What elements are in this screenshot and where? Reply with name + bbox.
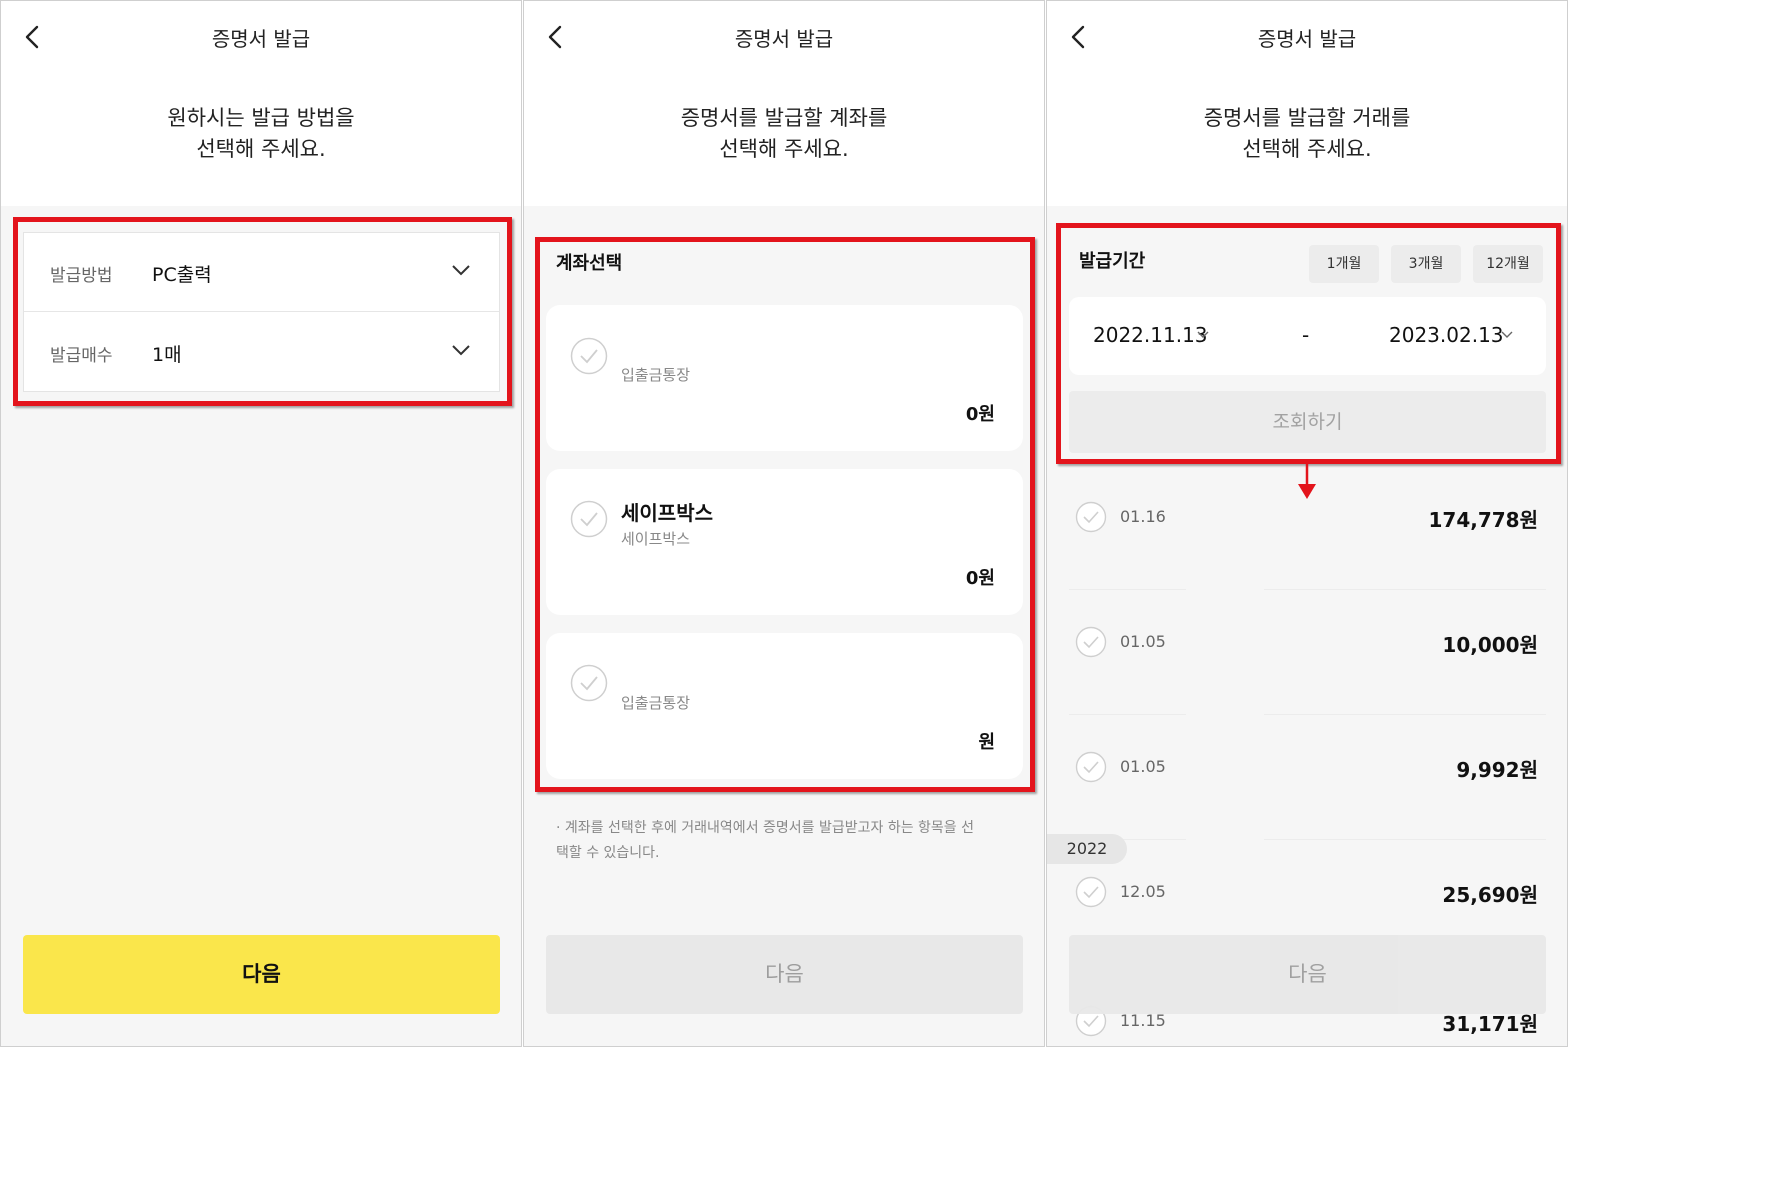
page-title: 증명서 발급 [211,27,311,51]
check-circle-icon[interactable] [1075,626,1107,658]
next-button[interactable]: 다음 [546,935,1023,1014]
check-circle-icon[interactable] [1075,751,1107,783]
page-title: 증명서 발급 [734,27,834,51]
transaction-row[interactable]: 01.16 174,778원 [1069,501,1546,581]
divider [1069,589,1186,590]
highlight-box [13,217,512,406]
transaction-amount: 25,690원 [1442,883,1538,907]
highlight-box [1056,223,1561,464]
check-circle-icon[interactable] [1075,876,1107,908]
instruction-line: 증명서를 발급할 계좌를 [680,106,888,130]
screen-select-account: 증명서 발급 증명서를 발급할 계좌를 선택해 주세요. 계좌선택 입출금통장 … [523,0,1045,1047]
divider [1264,589,1546,590]
transaction-row[interactable]: 01.05 9,992원 [1069,751,1546,831]
check-circle-icon[interactable] [1075,501,1107,533]
instruction-text: 증명서를 발급할 계좌를 선택해 주세요. [524,103,1044,165]
transaction-amount: 10,000원 [1442,633,1538,657]
account-note: · 계좌를 선택한 후에 거래내역에서 증명서를 발급받고자 하는 항목을 선 … [556,816,1016,866]
instruction-line: 원하시는 발급 방법을 [167,106,355,130]
transaction-amount: 9,992원 [1456,758,1538,782]
transaction-date: 01.05 [1120,632,1166,651]
header: 증명서 발급 원하시는 발급 방법을 선택해 주세요. [1,1,521,206]
instruction-line: 선택해 주세요. [196,137,326,161]
note-line: 택할 수 있습니다. [556,845,660,861]
divider [1069,714,1186,715]
transaction-date: 12.05 [1120,882,1166,901]
page-title: 증명서 발급 [1257,27,1357,51]
instruction-text: 원하시는 발급 방법을 선택해 주세요. [1,103,521,165]
screen-issue-method: 증명서 발급 원하시는 발급 방법을 선택해 주세요. 발급방법 PC출력 발급… [0,0,522,1047]
header: 증명서 발급 증명서를 발급할 거래를 선택해 주세요. [1047,1,1567,206]
divider [1264,839,1546,840]
transaction-date: 01.05 [1120,757,1166,776]
next-button[interactable]: 다음 [1069,935,1546,1014]
instruction-line: 선택해 주세요. [719,137,849,161]
note-line: · 계좌를 선택한 후에 거래내역에서 증명서를 발급받고자 하는 항목을 선 [556,820,975,836]
transaction-amount: 174,778원 [1428,508,1539,532]
transaction-date: 01.16 [1120,507,1166,526]
transaction-row[interactable]: 01.05 10,000원 [1069,626,1546,706]
instruction-line: 선택해 주세요. [1242,137,1372,161]
screen-select-transaction: 증명서 발급 증명서를 발급할 거래를 선택해 주세요. 발급기간 1개월 3개… [1046,0,1568,1047]
highlight-box [535,237,1035,792]
divider [1264,714,1546,715]
year-tag: 2022 [1047,834,1127,864]
down-arrow-icon [1298,464,1316,499]
next-button[interactable]: 다음 [23,935,500,1014]
instruction-line: 증명서를 발급할 거래를 [1203,106,1411,130]
instruction-text: 증명서를 발급할 거래를 선택해 주세요. [1047,103,1567,165]
header: 증명서 발급 증명서를 발급할 계좌를 선택해 주세요. [524,1,1044,206]
